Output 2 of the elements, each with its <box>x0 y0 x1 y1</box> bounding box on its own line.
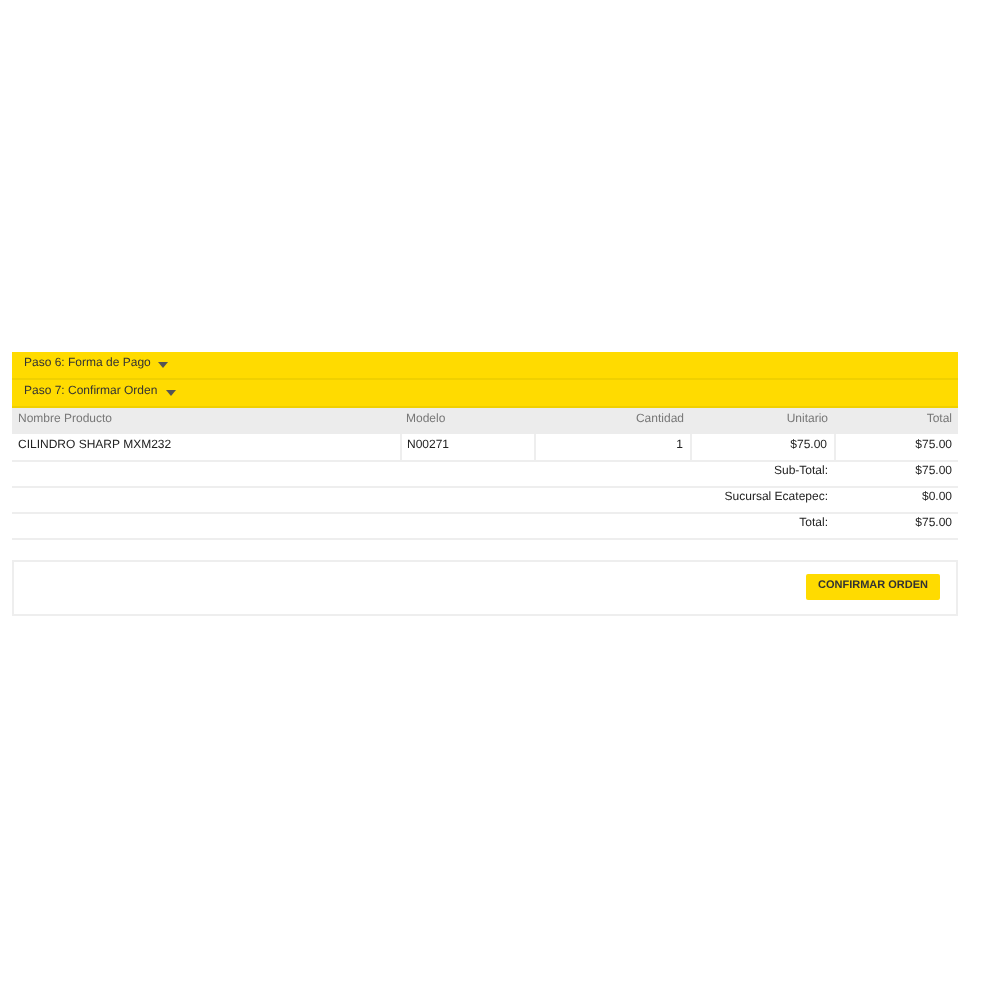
caret-icon <box>158 361 169 369</box>
caret-icon <box>165 389 176 397</box>
